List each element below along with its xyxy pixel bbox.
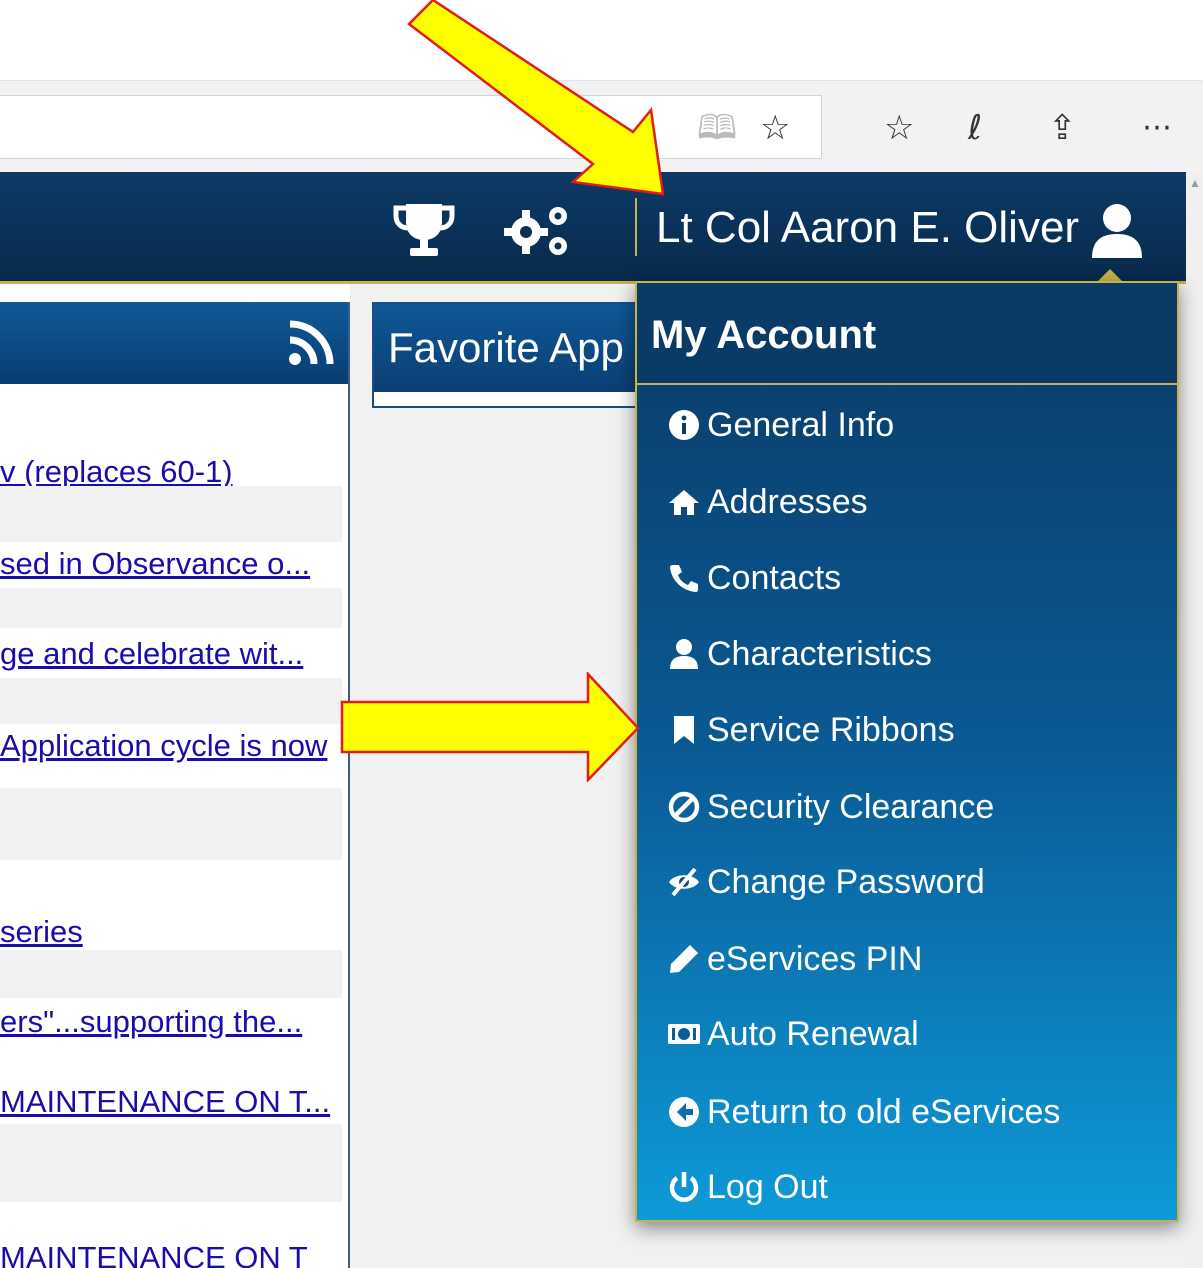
favorite-apps-panel: Favorite App [372,302,662,408]
ban-icon [667,790,701,824]
favorites-icon[interactable]: ☆ [884,108,914,148]
menu-item-label: Auto Renewal [707,1014,919,1053]
menu-item-service-ribbons[interactable]: Service Ribbons [667,704,955,756]
news-item[interactable]: MAINTENANCE ON T [0,1234,342,1268]
gears-icon[interactable] [500,200,576,260]
trophy-icon[interactable] [392,200,456,260]
menu-item-change-password[interactable]: Change Password [667,856,985,908]
news-link[interactable]: Application cycle is now [0,722,342,770]
nav-divider [635,198,637,256]
news-item[interactable]: ers"...supporting the... [0,998,342,1046]
menu-item-label: Service Ribbons [707,710,955,749]
favorite-apps-title: Favorite App [388,324,624,371]
power-icon [667,1170,701,1204]
news-row-spacer [0,678,342,724]
news-item[interactable]: series [0,908,342,956]
rss-icon[interactable] [288,320,334,366]
pencil-icon [667,942,701,976]
menu-item-addresses[interactable]: Addresses [667,476,868,528]
menu-item-label: Addresses [707,482,868,521]
reading-view-icon[interactable]: 🕮 [697,108,737,148]
news-row-spacer [0,486,342,542]
news-link[interactable]: ge and celebrate wit... [0,630,342,678]
favorite-apps-header: Favorite App [374,304,660,392]
phone-icon [667,561,701,595]
news-row-spacer [0,1124,342,1202]
menu-item-eservices-pin[interactable]: eServices PIN [667,933,922,985]
dropdown-header: My Account [637,283,1177,385]
news-link[interactable]: MAINTENANCE ON T [0,1234,342,1268]
news-item[interactable]: ge and celebrate wit... [0,630,342,678]
news-link[interactable]: MAINTENANCE ON T... [0,1078,342,1126]
pen-icon[interactable]: ℓ [968,108,982,148]
arrow-left-circle-icon [667,1095,701,1129]
menu-item-label: Contacts [707,558,842,597]
menu-item-label: Change Password [707,862,985,901]
news-row-spacer [0,588,342,628]
menu-item-label: General Info [707,405,895,444]
news-row-spacer [0,950,342,998]
annotation-arrow-right-icon [340,672,640,782]
annotation-arrow-down-icon [407,0,665,196]
share-icon[interactable]: ⇪ [1048,108,1077,148]
user-icon[interactable] [1090,202,1144,260]
menu-item-contacts[interactable]: Contacts [667,552,841,604]
menu-item-return-old-eservices[interactable]: Return to old eServices [667,1086,1060,1138]
money-icon [667,1017,701,1051]
bookmark-icon [667,713,701,747]
menu-item-auto-renewal[interactable]: Auto Renewal [667,1008,919,1060]
home-icon [667,485,701,519]
news-item[interactable]: sed in Observance o... [0,540,342,588]
menu-item-label: Characteristics [707,634,932,673]
more-icon[interactable]: ⋯ [1142,108,1174,148]
info-icon [667,408,701,442]
eye-slash-icon [667,865,701,899]
news-link[interactable]: ers"...supporting the... [0,998,342,1046]
user-name-button[interactable]: Lt Col Aaron E. Oliver [656,200,1079,256]
account-dropdown-menu: My Account General Info Addresses Contac… [635,281,1179,1222]
user-icon [667,637,701,671]
menu-item-log-out[interactable]: Log Out [667,1161,828,1213]
news-link[interactable]: series [0,908,342,956]
scroll-up-icon[interactable]: ▲ [1189,176,1201,190]
menu-item-general-info[interactable]: General Info [667,399,894,451]
news-item[interactable]: Application cycle is now [0,722,342,770]
news-panel: v (replaces 60-1) sed in Observance o...… [0,302,350,1268]
menu-item-security-clearance[interactable]: Security Clearance [667,781,994,833]
news-row-spacer [0,788,342,860]
menu-item-label: Return to old eServices [707,1092,1061,1131]
news-link[interactable]: sed in Observance o... [0,540,342,588]
news-item[interactable]: MAINTENANCE ON T... [0,1078,342,1126]
page-scrollbar[interactable] [1186,172,1203,1268]
star-icon[interactable]: ☆ [760,108,790,148]
menu-item-label: eServices PIN [707,939,923,978]
dropdown-title: My Account [651,313,877,357]
menu-item-label: Security Clearance [707,787,995,826]
menu-item-label: Log Out [707,1167,828,1206]
menu-item-characteristics[interactable]: Characteristics [667,628,932,680]
news-panel-header [0,302,348,384]
